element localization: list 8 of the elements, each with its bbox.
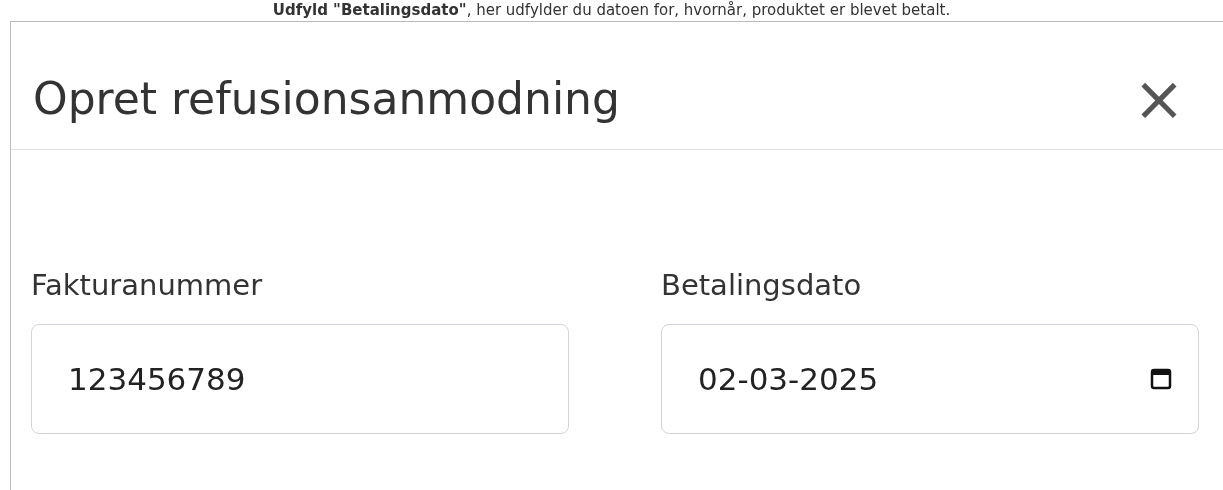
field-label: Fakturanummer <box>31 268 264 302</box>
field-label: Betalingsdato <box>661 268 863 302</box>
input-field[interactable]: 123456789 <box>31 324 569 434</box>
dialog-title: Opret refusionsanmodning <box>33 73 620 124</box>
calendar-icon[interactable] <box>1150 367 1172 391</box>
date-field[interactable]: 02-03-2025 <box>661 324 1199 434</box>
caption-text: Udfyld "Betalingsdato", her udfylder du datoen for, hvornår, produktet er blevet betalt. <box>271 0 952 20</box>
close-button[interactable]: × <box>1125 67 1193 130</box>
